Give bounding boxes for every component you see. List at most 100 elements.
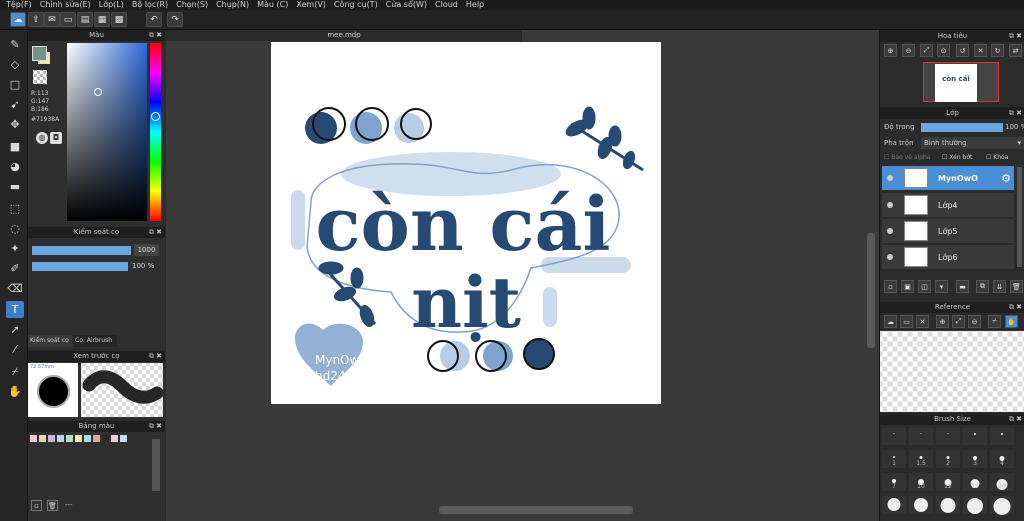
ref-zoom-out-icon[interactable]: ⊖	[968, 315, 981, 328]
trash-icon[interactable]: 🗑	[1010, 280, 1023, 293]
transparent-swatch[interactable]	[33, 70, 47, 84]
new-vector-icon[interactable]: ◫	[918, 280, 931, 293]
operation-icon[interactable]: ➚	[6, 321, 24, 338]
brush-size-cell[interactable]	[990, 496, 1015, 515]
undo-icon[interactable]: ↶	[146, 12, 162, 27]
brush-size-cell[interactable]	[936, 496, 961, 515]
zoom-out-icon[interactable]: ⊖	[902, 44, 915, 57]
reference-canvas[interactable]	[880, 331, 1024, 412]
close-reference-icon[interactable]: ✕	[916, 315, 929, 328]
menu-item[interactable]: Cloud	[435, 0, 458, 10]
ref-eyedropper-icon[interactable]: ⌿	[988, 315, 1001, 328]
brush-size-value[interactable]: 1000	[134, 244, 159, 256]
picker-cursor[interactable]	[94, 88, 102, 96]
eye-icon[interactable]	[887, 228, 893, 234]
eye-icon[interactable]	[887, 202, 893, 208]
menu-item[interactable]: Chỉnh sửa(E)	[40, 0, 91, 10]
saturation-value-picker[interactable]	[67, 43, 147, 221]
folder-icon[interactable]: ▬	[956, 280, 969, 293]
brush-size-cell[interactable]: 1.5	[909, 450, 934, 469]
new-raster-icon[interactable]: ▣	[901, 280, 914, 293]
magic-wand-icon[interactable]: ✦	[6, 240, 24, 257]
rotate-left-icon[interactable]: ↺	[956, 44, 969, 57]
menu-item[interactable]: Xem(V)	[296, 0, 326, 10]
brush-size-cell[interactable]	[882, 496, 907, 515]
cloud-upload-icon[interactable]: ☁	[884, 315, 897, 328]
ref-zoom-in-icon[interactable]: ⊕	[936, 315, 949, 328]
brush-size-cell[interactable]	[963, 427, 988, 446]
gradient-icon[interactable]: ▬	[6, 178, 24, 195]
protect-alpha-checkbox[interactable]: ☐ Bảo vệ alpha	[884, 154, 930, 161]
brush-size-cell[interactable]	[936, 427, 961, 446]
lasso-icon[interactable]: ➹	[6, 96, 24, 113]
layer-item[interactable]: MynOwO ⚙	[882, 166, 1014, 191]
foreground-color[interactable]	[32, 46, 47, 61]
tab-brush-control[interactable]: Kiểm soát cọ	[28, 335, 72, 347]
reset-icon[interactable]: ✕	[974, 44, 987, 57]
menu-item[interactable]: Cửa sổ(W)	[386, 0, 427, 10]
merge-icon[interactable]: ⇊	[993, 280, 1006, 293]
brush-size-cell[interactable]: 20	[990, 473, 1015, 492]
hue-slider[interactable]	[150, 43, 161, 221]
lock-checkbox[interactable]: ☐ Khóa	[986, 154, 1008, 161]
menu-item[interactable]: Công cụ(T)	[334, 0, 378, 10]
palette-swatch[interactable]	[75, 435, 82, 442]
brush-opacity-slider[interactable]	[32, 262, 128, 271]
layer-opacity-slider[interactable]	[921, 123, 1003, 132]
cloud-icon[interactable]: ☁	[10, 12, 26, 27]
brush-size-cell[interactable]: 1	[882, 450, 907, 469]
menu-item[interactable]: Chụp(N)	[216, 0, 249, 10]
brush-size-cell[interactable]: 12	[936, 473, 961, 492]
fit-icon[interactable]: ⤢	[920, 44, 933, 57]
palette-swatch[interactable]	[93, 435, 100, 442]
brush-size-cell[interactable]: 10	[909, 473, 934, 492]
rect-select-icon[interactable]: □	[6, 76, 24, 93]
gear-icon[interactable]: ⚙	[1001, 172, 1011, 185]
actual-size-icon[interactable]: ⊙	[937, 44, 950, 57]
eye-icon[interactable]	[887, 175, 893, 181]
page-icon[interactable]: ▤	[77, 12, 93, 27]
open-folder-icon[interactable]: ▭	[900, 315, 913, 328]
palette-swatch[interactable]	[30, 435, 37, 442]
swatch-icon[interactable]: ◘	[50, 132, 62, 144]
document-tab[interactable]: mee.mdp	[166, 30, 522, 41]
brush-size-cell[interactable]	[909, 427, 934, 446]
fill-rect-icon[interactable]: ■	[6, 138, 24, 155]
layer-item[interactable]: Lớp5	[882, 219, 1014, 244]
brush-size-cell[interactable]: 15	[963, 473, 988, 492]
ref-hand-icon[interactable]: ✋	[1005, 315, 1018, 328]
menu-item[interactable]: Lớp(L)	[99, 0, 124, 10]
palette-swatch[interactable]	[84, 435, 91, 442]
rotate-right-icon[interactable]: ↻	[991, 44, 1004, 57]
bucket-icon[interactable]: ◕	[6, 158, 24, 175]
menu-item[interactable]: Bộ lọc(R)	[132, 0, 168, 10]
brush-size-cell[interactable]: 4	[990, 450, 1015, 469]
move-tool-icon[interactable]: ✥	[6, 116, 24, 133]
hue-cursor[interactable]	[151, 112, 160, 121]
blend-mode-select[interactable]: Bình thường ▾	[921, 137, 1024, 149]
flip-icon[interactable]: ⇄	[1009, 44, 1022, 57]
hand-icon[interactable]: ✋	[6, 383, 24, 400]
palette-swatch[interactable]	[57, 435, 64, 442]
layer-list-scrollbar[interactable]	[1017, 167, 1022, 267]
divide-icon[interactable]: ⁄	[6, 341, 24, 358]
zoom-in-icon[interactable]: ⊕	[884, 44, 897, 57]
tab-brush-airbrush[interactable]: Cọ: Airbrush	[73, 335, 117, 347]
layout-icon[interactable]: ▩	[111, 12, 127, 27]
layer-menu-icon[interactable]: ▾	[935, 280, 948, 293]
clipping-checkbox[interactable]: ☐ Xén bớt	[942, 154, 972, 161]
eyedropper-icon[interactable]: ⌿	[6, 363, 24, 380]
palette-swatch[interactable]	[39, 435, 46, 442]
text-tool-icon[interactable]: T	[6, 301, 24, 318]
menu-item[interactable]: Tệp(F)	[6, 0, 32, 10]
select-eraser-icon[interactable]: ⌫	[6, 280, 24, 297]
select-pen-icon[interactable]: ✐	[6, 260, 24, 277]
palette-swatch[interactable]	[111, 435, 118, 442]
navigator-preview[interactable]: còn cái	[923, 62, 999, 102]
layer-item[interactable]: Lớp4	[882, 193, 1014, 218]
eraser-tool-icon[interactable]: ◇	[6, 56, 24, 73]
brush-tool-icon[interactable]: ✎	[6, 36, 24, 53]
grid-icon[interactable]: ▦	[94, 12, 110, 27]
redo-icon[interactable]: ↷	[167, 12, 183, 27]
layer-item[interactable]: Lớp6	[882, 245, 1014, 270]
